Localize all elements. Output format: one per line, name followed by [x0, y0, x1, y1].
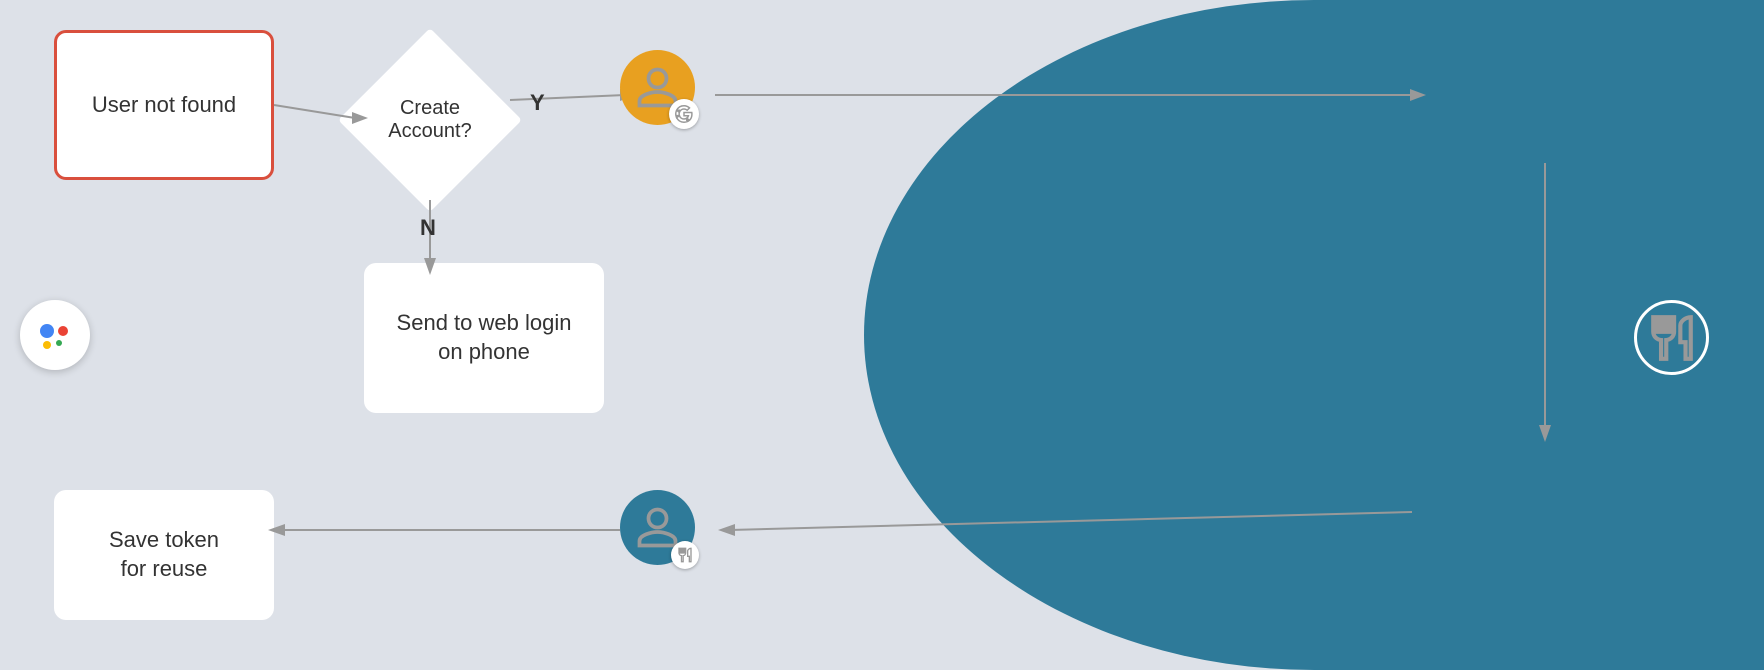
- foodbot-user-icon: [620, 490, 710, 580]
- google-user-icon: [620, 50, 710, 140]
- send-web-login-node: Send to web loginon phone: [364, 263, 604, 413]
- send-web-label: Send to web loginon phone: [397, 309, 572, 366]
- yes-label: Y: [530, 90, 545, 116]
- assistant-logo: [33, 313, 77, 357]
- create-account-diamond: CreateAccount?: [350, 40, 510, 200]
- person-silhouette-teal: [635, 505, 680, 550]
- fork-badge: [671, 541, 699, 569]
- user-not-found-label: User not found: [92, 91, 236, 120]
- save-token-node: Save tokenfor reuse: [54, 490, 274, 620]
- foodbot-badge-icon: [1634, 300, 1714, 380]
- no-label: N: [420, 215, 436, 241]
- diamond-label: CreateAccount?: [388, 97, 471, 143]
- background-right: [864, 0, 1764, 670]
- create-account-text: CreateAccount?: [388, 97, 471, 142]
- save-token-label: Save tokenfor reuse: [109, 526, 219, 583]
- user-not-found-node: User not found: [54, 30, 274, 180]
- google-assistant-icon: [20, 300, 100, 380]
- google-badge: [669, 99, 699, 129]
- fork-knife-icon: [1647, 313, 1697, 363]
